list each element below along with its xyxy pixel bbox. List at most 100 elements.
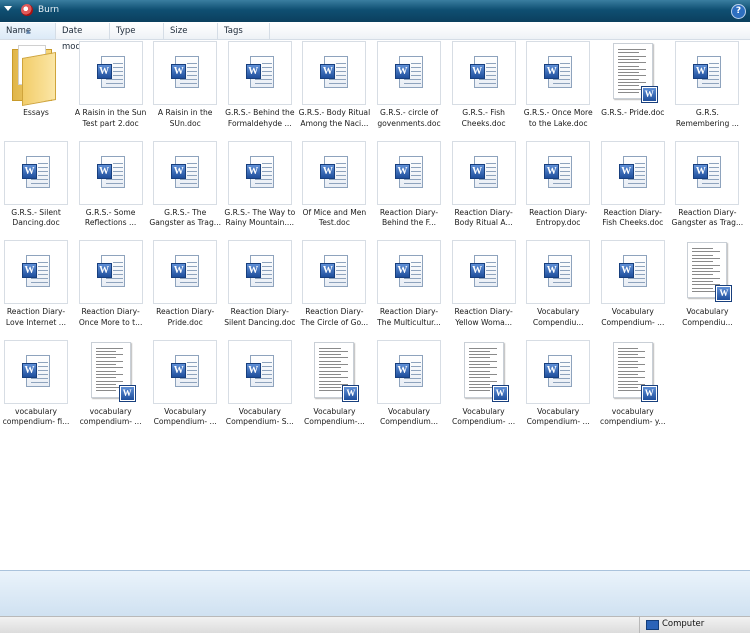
word-doc-icon: W xyxy=(171,155,201,192)
file-thumbnail: W xyxy=(675,41,740,105)
file-name: G.R.S.- circle of govenments.doc xyxy=(377,108,441,128)
file-thumbnail: W xyxy=(227,41,292,105)
file-name: Vocabulary Compendium- ... xyxy=(153,406,217,427)
file-thumbnail: W xyxy=(78,41,143,105)
file-name: Vocabulary Compendiu... xyxy=(682,307,733,327)
file-name: Vocabulary Compendium- ... xyxy=(452,406,516,427)
file-item[interactable]: W Reaction Diary- Behind the F... xyxy=(373,140,445,239)
doc-preview-icon: W xyxy=(612,43,658,103)
file-item[interactable]: W A Raisin in the Sun Test part 2.doc xyxy=(75,41,147,139)
file-item[interactable]: W Vocabulary Compendium- ... xyxy=(149,339,221,438)
word-doc-icon: W xyxy=(245,255,276,291)
file-name: G.R.S.- The Gangster as Trag... xyxy=(149,207,222,228)
file-name: Reaction Diary- Once More to t... xyxy=(78,307,143,327)
file-item[interactable]: W G.R.S. Remembering ... xyxy=(671,41,743,139)
file-thumbnail: W xyxy=(526,339,591,404)
file-name: G.R.S.- Pride.doc xyxy=(601,108,665,117)
file-item[interactable]: W Vocabulary Compendiu... xyxy=(522,240,594,338)
file-name: G.R.S. Remembering ... xyxy=(675,108,739,128)
file-name: Vocabulary Compendium- S... xyxy=(225,406,294,427)
file-thumbnail: W xyxy=(526,41,591,105)
file-item[interactable]: W Reaction Diary- Entropy.doc xyxy=(522,140,594,239)
file-item[interactable]: W Vocabulary Compendium-... xyxy=(298,339,370,438)
file-name: Reaction Diary- Pride.doc xyxy=(156,307,215,327)
file-name: Reaction Diary- Entropy.doc xyxy=(529,207,588,228)
file-item[interactable]: W Reaction Diary- The Circle of Go... xyxy=(298,240,370,338)
word-doc-icon: W xyxy=(320,255,350,291)
file-item[interactable]: W G.R.S.- circle of govenments.doc xyxy=(373,41,445,139)
file-name: Vocabulary Compendium- ... xyxy=(601,307,665,327)
word-doc-icon: W xyxy=(693,56,723,92)
file-item[interactable]: W G.R.S.- Behind the Formaldehyde ... xyxy=(224,41,296,139)
file-thumbnail: W xyxy=(526,240,591,304)
file-name: vocabulary compendium- y... xyxy=(600,406,666,427)
word-doc-icon: W xyxy=(544,354,574,391)
file-item[interactable]: W G.R.S.- Silent Dancing.doc xyxy=(0,140,72,239)
file-item[interactable]: Wvocabulary compendium- fi... xyxy=(0,339,72,438)
file-name: Essays xyxy=(23,108,49,117)
burn-app-icon xyxy=(21,4,33,16)
file-item[interactable]: W Vocabulary Compendium- ... xyxy=(597,240,669,338)
window-menu-icon[interactable] xyxy=(4,6,12,11)
help-button[interactable]: ? xyxy=(731,4,746,19)
file-item[interactable]: W G.R.S.- The Way to Rainy Mountain.... xyxy=(224,140,296,239)
file-thumbnail: W xyxy=(4,140,68,205)
column-size[interactable]: Size xyxy=(164,23,218,39)
computer-icon xyxy=(646,620,659,630)
file-thumbnail: W xyxy=(302,240,367,304)
file-item[interactable]: W Vocabulary Compendium- ... xyxy=(448,339,520,438)
file-item[interactable]: Essays xyxy=(0,41,72,139)
file-item[interactable]: W G.R.S.- Fish Cheeks.doc xyxy=(448,41,520,139)
file-item[interactable]: W Reaction Diary- Silent Dancing.doc xyxy=(224,240,296,338)
file-item[interactable]: W Of Mice and Men Test.doc xyxy=(298,140,370,239)
file-item[interactable]: W Reaction Diary- Fish Cheeks.doc xyxy=(597,140,669,239)
file-item[interactable]: W G.R.S.- Pride.doc xyxy=(597,41,669,139)
column-header-bar: Name ▲ Date modif... Type Size Tags xyxy=(0,23,750,52)
file-thumbnail: W xyxy=(451,140,516,205)
file-item[interactable]: W A Raisin in the SUn.doc xyxy=(149,41,221,139)
file-item[interactable]: Wvocabulary compendium- y... xyxy=(597,339,669,438)
file-item[interactable]: Wvocabulary compendium- ... xyxy=(75,339,147,438)
doc-preview-icon: W xyxy=(687,242,733,302)
file-item[interactable]: W G.R.S.- Body Ritual Among the Naci... xyxy=(298,41,370,139)
file-item[interactable]: W Reaction Diary- Love Internet ... xyxy=(0,240,72,338)
file-item[interactable]: W Reaction Diary- Yellow Woma... xyxy=(448,240,520,338)
word-doc-icon: W xyxy=(395,255,425,291)
file-thumbnail: W xyxy=(78,240,143,304)
file-name: Vocabulary Compendium- ... xyxy=(526,406,590,427)
file-thumbnail: W xyxy=(153,339,218,404)
file-item[interactable]: W G.R.S.- The Gangster as Trag... xyxy=(149,140,222,239)
column-tags[interactable]: Tags xyxy=(218,23,270,39)
word-doc-icon: W xyxy=(544,155,574,192)
word-doc-icon: W xyxy=(395,354,425,391)
word-doc-icon: W xyxy=(171,354,201,391)
file-item[interactable]: W Reaction Diary- Once More to t... xyxy=(75,240,147,338)
word-doc-icon: W xyxy=(544,56,574,92)
file-item[interactable]: W G.R.S.- Some Reflections ... xyxy=(75,140,147,239)
file-name: Vocabulary Compendium-... xyxy=(304,406,365,427)
word-doc-icon: W xyxy=(96,56,127,92)
status-location: Computer xyxy=(662,619,705,629)
details-pane xyxy=(0,570,750,617)
column-type[interactable]: Type xyxy=(110,23,164,39)
column-name[interactable]: Name ▲ xyxy=(0,23,56,39)
file-item[interactable]: W G.R.S.- Once More to the Lake.doc xyxy=(522,41,594,139)
file-thumbnail: W xyxy=(600,140,665,205)
word-doc-icon: W xyxy=(245,354,276,391)
file-name: Reaction Diary- Body Ritual A... xyxy=(454,207,513,228)
file-thumbnail: W xyxy=(600,41,665,105)
file-name: Vocabulary Compendiu... xyxy=(532,307,584,327)
file-item[interactable]: W Vocabulary Compendium... xyxy=(373,339,445,438)
file-item[interactable]: W Vocabulary Compendium- S... xyxy=(224,339,296,438)
word-doc-icon: W xyxy=(22,255,52,291)
word-doc-icon: W xyxy=(96,255,127,291)
file-item[interactable]: W Vocabulary Compendiu... xyxy=(671,240,743,338)
file-list: Essays W A Raisin in the Sun Test part 2.d… xyxy=(0,40,750,570)
file-item[interactable]: W Vocabulary Compendium- ... xyxy=(522,339,594,438)
file-thumbnail: W xyxy=(227,140,292,205)
file-item[interactable]: W Reaction Diary- Body Ritual A... xyxy=(448,140,520,239)
file-item[interactable]: W Reaction Diary- Pride.doc xyxy=(149,240,221,338)
file-item[interactable]: W Reaction Diary- Gangster as Trag... xyxy=(671,140,743,239)
column-date-modified[interactable]: Date modif... xyxy=(56,23,110,52)
file-item[interactable]: W Reaction Diary- The Multicultur... xyxy=(373,240,445,338)
